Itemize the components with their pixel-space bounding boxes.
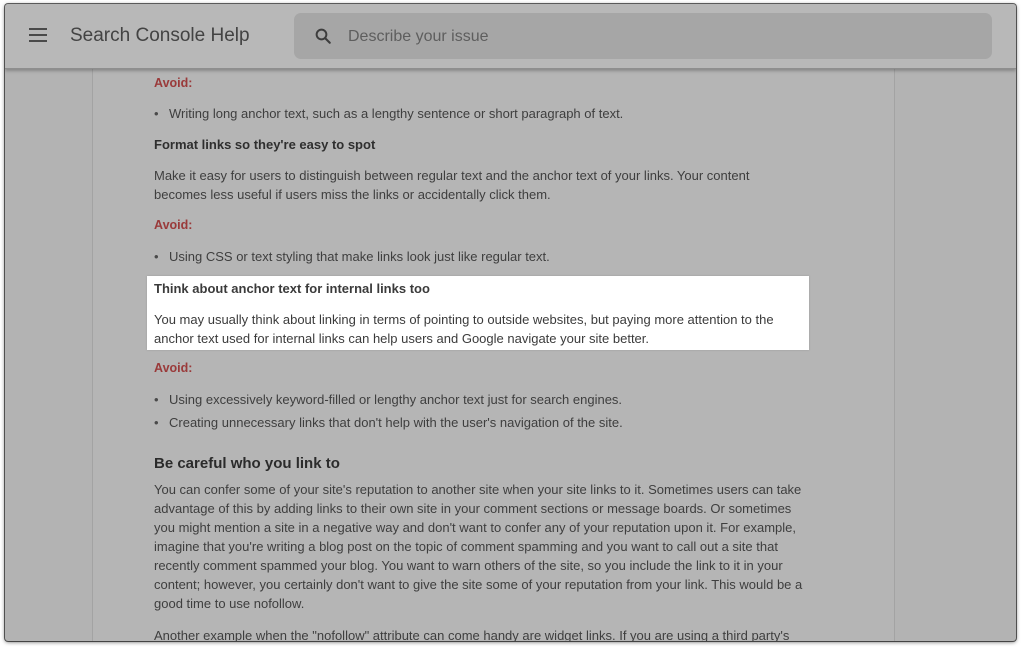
paragraph-line: becomes less useful if users miss the li… [154,187,551,202]
list-item: Using CSS or text styling that make link… [154,247,834,266]
paragraph-line: advantage of this by adding links to the… [154,501,792,516]
list-item: Writing long anchor text, such as a leng… [154,104,834,123]
paragraph-line: recently comment spammed your blog. You … [154,558,783,573]
browser-frame: Search Console Help Avoid: Writing long … [5,4,1016,641]
app-title[interactable]: Search Console Help [70,25,250,47]
avoid-label: Avoid: [154,361,193,375]
search-box[interactable] [294,13,992,59]
list-item: Creating unnecessary links that don't he… [154,413,834,432]
section-heading-careful: Be careful who you link to [154,455,340,472]
avoid-label: Avoid: [154,76,193,90]
highlight-body: You may usually think about linking in t… [154,312,774,346]
hamburger-menu-icon[interactable] [29,28,47,42]
paragraph-line: content; however, you certainly don't wa… [154,577,803,592]
search-icon[interactable] [314,27,332,45]
paragraph-line: Another example when the "nofollow" attr… [154,628,790,641]
paragraph-line: you might mention a site in a negative w… [154,520,797,535]
paragraph-line: Make it easy for users to distinguish be… [154,168,750,183]
paragraph-line: You can confer some of your site's reput… [154,482,802,497]
highlight-title: Think about anchor text for internal lin… [154,281,430,296]
top-app-bar: Search Console Help [5,4,1016,69]
search-input[interactable] [346,25,970,49]
paragraph-line: good time to use nofollow. [154,596,305,611]
avoid-label: Avoid: [154,218,193,232]
section-heading: Format links so they're easy to spot [154,137,376,152]
paragraph-line: imagine that you're writing a blog post … [154,539,778,554]
list-item: Using excessively keyword-filled or leng… [154,390,834,409]
highlighted-section: Think about anchor text for internal lin… [147,276,809,350]
